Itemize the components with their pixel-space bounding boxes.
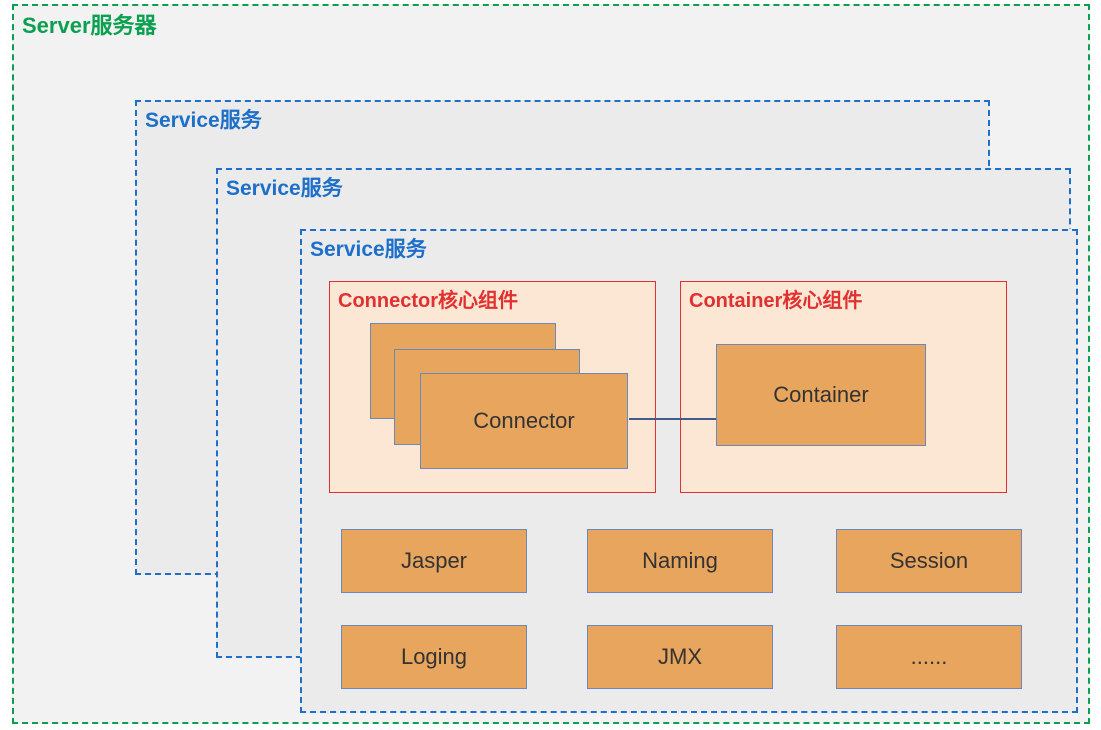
server-label: Server服务器 [22, 8, 157, 40]
service-label-2: Service服务 [226, 172, 343, 202]
container-block: Container [716, 344, 926, 446]
container-core-label: Container核心组件 [689, 284, 862, 313]
module-ellipsis: ...... [836, 625, 1022, 689]
service-label-3: Service服务 [310, 233, 427, 263]
connector-core-label: Connector核心组件 [338, 284, 518, 313]
connector-block: Connector [420, 373, 628, 469]
module-naming: Naming [587, 529, 773, 593]
module-jasper: Jasper [341, 529, 527, 593]
module-jmx: JMX [587, 625, 773, 689]
module-session: Session [836, 529, 1022, 593]
connector-container-link [629, 418, 716, 420]
service-label-1: Service服务 [145, 104, 262, 134]
module-loging: Loging [341, 625, 527, 689]
